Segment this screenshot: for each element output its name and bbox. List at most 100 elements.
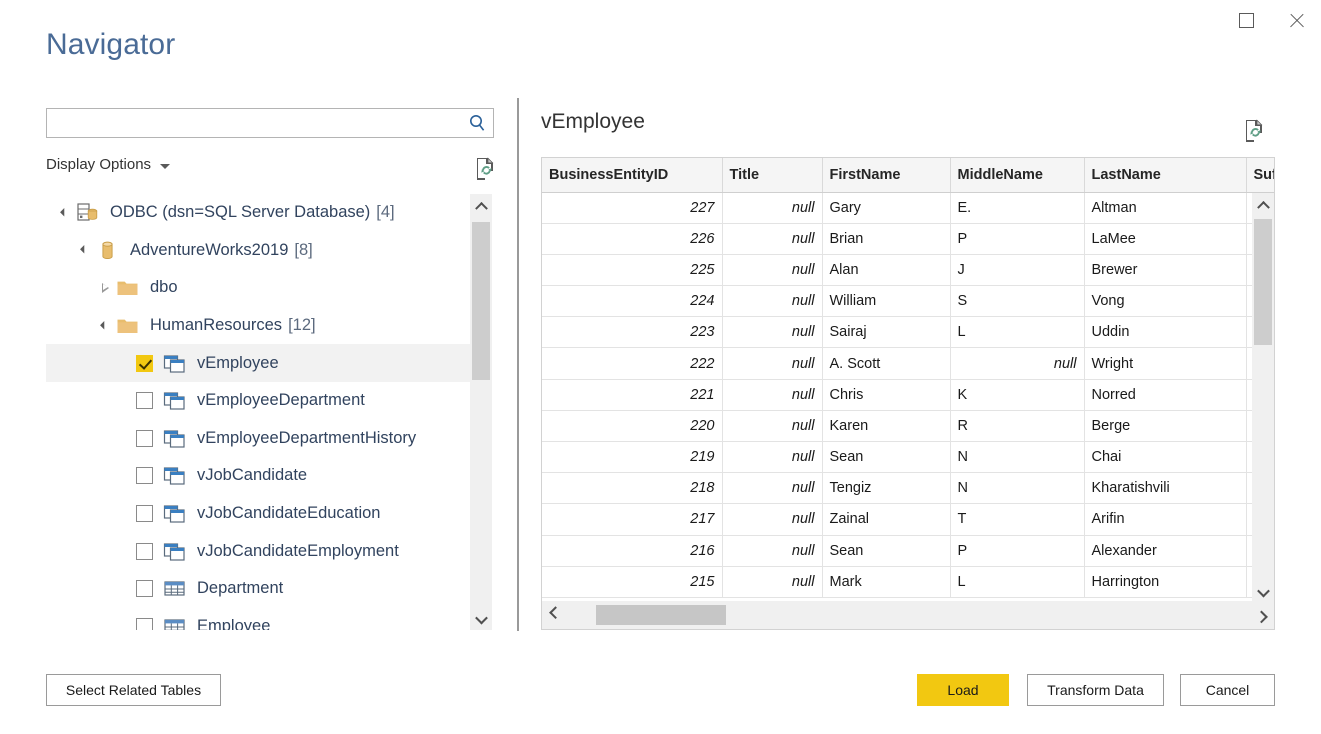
- display-options-dropdown[interactable]: Display Options: [46, 156, 170, 173]
- table-row[interactable]: 218nullTengizNKharatishvili: [542, 473, 1275, 504]
- checkbox-unchecked[interactable]: [136, 618, 153, 630]
- refresh-page-icon: [474, 156, 498, 182]
- column-header-title[interactable]: Title: [722, 158, 822, 192]
- tree-item-vemployee[interactable]: vEmployee: [46, 344, 470, 382]
- search-input[interactable]: [47, 110, 461, 136]
- pane-divider: [517, 98, 519, 631]
- column-header-middlename[interactable]: MiddleName: [950, 158, 1084, 192]
- grid-scroll-left-button[interactable]: [542, 601, 568, 629]
- search-box[interactable]: [46, 108, 494, 138]
- tree-item-dbo[interactable]: dbo: [46, 269, 470, 307]
- close-button[interactable]: [1273, 2, 1319, 38]
- tree-item-vjobcandidate[interactable]: vJobCandidate: [46, 457, 470, 495]
- grid-scroll-up-button[interactable]: [1252, 193, 1274, 215]
- table-row[interactable]: 216nullSeanPAlexander: [542, 535, 1275, 566]
- transform-data-button[interactable]: Transform Data: [1027, 674, 1164, 706]
- checkbox-checked[interactable]: [136, 355, 153, 372]
- tree-item-label: HumanResources: [150, 316, 282, 335]
- table-row[interactable]: 227nullGaryE.Altman: [542, 192, 1275, 223]
- window-titlebar: [0, 0, 1321, 40]
- preview-grid[interactable]: BusinessEntityIDTitleFirstNameMiddleName…: [541, 157, 1275, 630]
- table-row[interactable]: 221nullChrisKNorred: [542, 379, 1275, 410]
- table-row[interactable]: 222nullA. ScottnullWright: [542, 348, 1275, 379]
- checkbox-unchecked[interactable]: [136, 580, 153, 597]
- refresh-preview-left-button[interactable]: [474, 156, 498, 187]
- tree-scroll-down-button[interactable]: [470, 608, 492, 630]
- checkbox-unchecked[interactable]: [136, 392, 153, 409]
- tree-item-vemployeedepartment[interactable]: vEmployeeDepartment: [46, 382, 470, 420]
- grid-hscrollbar-thumb[interactable]: [596, 605, 726, 625]
- checkbox-unchecked[interactable]: [136, 467, 153, 484]
- tree-item-vjobcandidateemployment[interactable]: vJobCandidateEmployment: [46, 532, 470, 570]
- tree-item-vemployeedepartmenthistory[interactable]: vEmployeeDepartmentHistory: [46, 420, 470, 458]
- tree-scrollbar-thumb[interactable]: [472, 222, 490, 380]
- expander-expanded-icon[interactable]: [94, 323, 116, 329]
- maximize-button[interactable]: [1223, 2, 1269, 38]
- grid-scroll-down-button[interactable]: [1252, 581, 1274, 603]
- grid-horizontal-scrollbar[interactable]: [542, 601, 1274, 629]
- table-row[interactable]: 225nullAlanJBrewer: [542, 254, 1275, 285]
- cell-middlename: null: [950, 348, 1084, 379]
- select-related-tables-button[interactable]: Select Related Tables: [46, 674, 221, 706]
- tree-item-count: [8]: [294, 241, 312, 260]
- column-header-lastname[interactable]: LastName: [1084, 158, 1246, 192]
- folder-icon-wrap: [116, 277, 139, 298]
- grid-vscrollbar-thumb[interactable]: [1254, 219, 1272, 345]
- view-icon: [163, 390, 186, 411]
- chevron-up-icon: [1257, 200, 1270, 213]
- cell-firstname: Gary: [822, 192, 950, 223]
- tree-item-label: Department: [197, 579, 283, 598]
- load-button[interactable]: Load: [917, 674, 1009, 706]
- tree-item-label: vEmployeeDepartmentHistory: [197, 429, 416, 448]
- tree-item-employee[interactable]: Employee: [46, 608, 470, 630]
- column-header-suf[interactable]: Suf: [1246, 158, 1275, 192]
- tree-item-vjobcandidateeducation[interactable]: vJobCandidateEducation: [46, 495, 470, 533]
- cell-firstname: William: [822, 286, 950, 317]
- cell-firstname: Brian: [822, 223, 950, 254]
- cell-title: null: [722, 348, 822, 379]
- expander-collapsed-icon[interactable]: [94, 283, 116, 293]
- cell-firstname: Mark: [822, 566, 950, 597]
- object-tree[interactable]: ODBC (dsn=SQL Server Database)[4]Adventu…: [46, 194, 494, 630]
- cell-middlename: L: [950, 566, 1084, 597]
- tree-item-odbc-dsn-sql-server-database-[interactable]: ODBC (dsn=SQL Server Database)[4]: [46, 194, 470, 232]
- view-icon: [163, 541, 186, 562]
- tree-item-label: vEmployee: [197, 354, 279, 373]
- checkbox-unchecked[interactable]: [136, 543, 153, 560]
- table-row[interactable]: 226nullBrianPLaMee: [542, 223, 1275, 254]
- tree-scroll-up-button[interactable]: [470, 194, 492, 216]
- tree-item-label: vJobCandidateEducation: [197, 504, 380, 523]
- table-icon-wrap: [163, 616, 186, 630]
- table-row[interactable]: 217nullZainalTArifin: [542, 504, 1275, 535]
- tree-item-adventureworks2019[interactable]: AdventureWorks2019[8]: [46, 232, 470, 270]
- cell-businessentityid: 220: [542, 410, 722, 441]
- cell-firstname: A. Scott: [822, 348, 950, 379]
- preview-pane: vEmployee BusinessEntityIDTitleFir: [541, 108, 1275, 630]
- view-icon: [163, 428, 186, 449]
- expander-expanded-icon[interactable]: [74, 247, 96, 253]
- search-icon[interactable]: [461, 113, 493, 133]
- tree-vertical-scrollbar[interactable]: [470, 194, 492, 630]
- tree-item-department[interactable]: Department: [46, 570, 470, 608]
- table-header-row: BusinessEntityIDTitleFirstNameMiddleName…: [542, 158, 1275, 192]
- refresh-preview-button[interactable]: [1243, 118, 1267, 149]
- table-row[interactable]: 224nullWilliamSVong: [542, 286, 1275, 317]
- cell-title: null: [722, 254, 822, 285]
- table-row[interactable]: 219nullSeanNChai: [542, 442, 1275, 473]
- cell-firstname: Zainal: [822, 504, 950, 535]
- checkbox-unchecked[interactable]: [136, 430, 153, 447]
- grid-scroll-right-button[interactable]: [1248, 601, 1274, 629]
- table-row[interactable]: 223nullSairajLUddin: [542, 317, 1275, 348]
- tree-item-humanresources[interactable]: HumanResources[12]: [46, 307, 470, 345]
- table-row[interactable]: 220nullKarenRBerge: [542, 410, 1275, 441]
- checkbox-unchecked[interactable]: [136, 505, 153, 522]
- table-row[interactable]: 215nullMarkLHarrington: [542, 566, 1275, 597]
- expander-expanded-icon[interactable]: [54, 210, 76, 216]
- column-header-firstname[interactable]: FirstName: [822, 158, 950, 192]
- column-header-businessentityid[interactable]: BusinessEntityID: [542, 158, 722, 192]
- cell-businessentityid: 226: [542, 223, 722, 254]
- view-icon: [163, 465, 186, 486]
- cell-middlename: L: [950, 317, 1084, 348]
- grid-vertical-scrollbar[interactable]: [1252, 193, 1274, 603]
- cancel-button[interactable]: Cancel: [1180, 674, 1275, 706]
